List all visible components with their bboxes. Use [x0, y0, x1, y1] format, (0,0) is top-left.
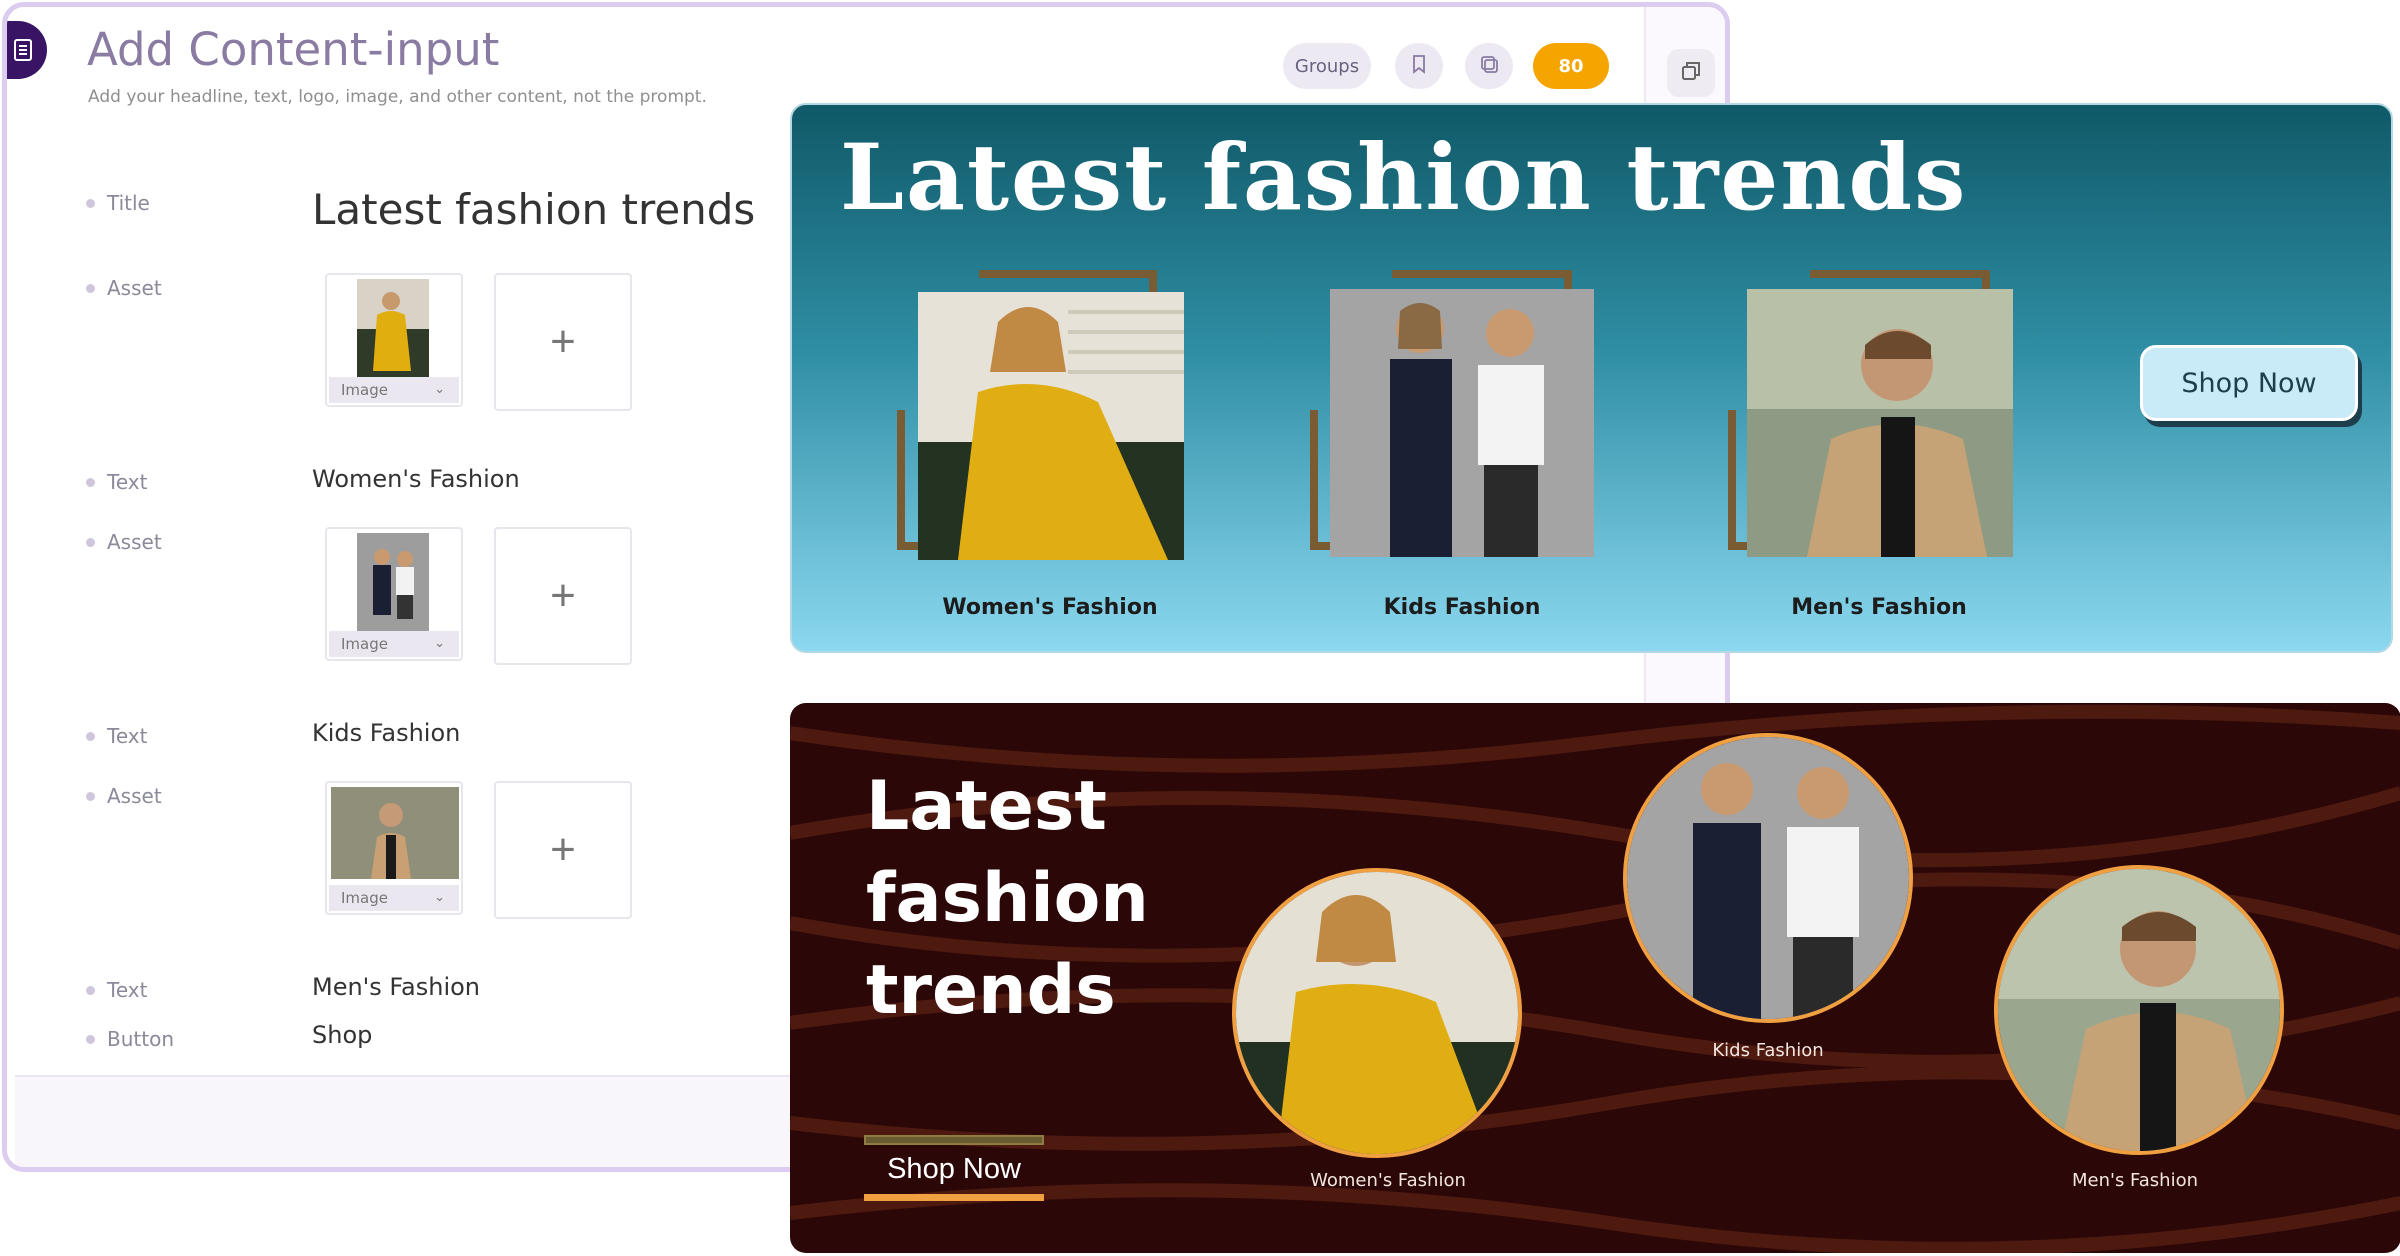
text-value-men[interactable]: Men's Fashion	[312, 973, 480, 1001]
mens-fashion-photo	[1747, 289, 2013, 557]
text-label: Text	[85, 724, 148, 748]
copy-icon	[1679, 59, 1703, 88]
add-asset-button[interactable]: +	[494, 781, 632, 919]
layers-button[interactable]	[1465, 43, 1513, 89]
women-fashion-circle-photo	[1232, 868, 1522, 1158]
banner1-shop-now-button[interactable]: Shop Now	[2140, 345, 2358, 421]
asset-type-value: Image	[341, 381, 388, 399]
shop-button-underline	[864, 1194, 1044, 1201]
text-value-women[interactable]: Women's Fashion	[312, 465, 520, 493]
text-label: Text	[85, 470, 148, 494]
chevron-down-icon: ⌄	[434, 382, 445, 397]
mens-fashion-circle-photo	[1994, 865, 2284, 1155]
canvas: Add Content-input Add your headline, tex…	[0, 0, 2400, 1256]
asset-thumbnail-men[interactable]: Image ⌄	[325, 781, 463, 915]
shop-button-border-top	[864, 1135, 1044, 1145]
banner2-label-men: Men's Fashion	[2072, 1170, 2198, 1191]
asset-type-select[interactable]: Image ⌄	[329, 631, 459, 657]
kids-fashion-photo	[1330, 289, 1594, 557]
title-value[interactable]: Latest fashion trends	[312, 185, 755, 234]
bookmark-button[interactable]	[1395, 43, 1443, 89]
panel-title: Add Content-input	[87, 23, 500, 76]
women-fashion-photo	[918, 292, 1184, 560]
add-asset-button[interactable]: +	[494, 273, 632, 411]
banner2-label-women: Women's Fashion	[1310, 1170, 1466, 1191]
asset-type-select[interactable]: Image ⌄	[329, 885, 459, 911]
document-icon[interactable]	[7, 21, 47, 79]
bookmark-icon	[1411, 54, 1427, 79]
chevron-down-icon: ⌄	[434, 890, 445, 905]
banner1-label-kids: Kids Fashion	[1383, 595, 1541, 620]
kids-image	[357, 533, 429, 635]
credit-count-badge: 80	[1533, 43, 1609, 89]
asset-label: Asset	[86, 530, 162, 554]
kids-fashion-circle-photo	[1623, 733, 1913, 1023]
women-image	[357, 279, 429, 381]
asset-type-select[interactable]: Image ⌄	[329, 377, 459, 403]
banner1-label-women: Women's Fashion	[942, 595, 1158, 620]
text-label: Text	[85, 978, 148, 1002]
text-value-kids[interactable]: Kids Fashion	[312, 719, 460, 747]
copy-button[interactable]	[1667, 49, 1715, 97]
men-image	[331, 787, 459, 879]
banner2-label-kids: Kids Fashion	[1712, 1040, 1824, 1061]
button-value[interactable]: Shop	[312, 1021, 372, 1049]
panel-subtitle: Add your headline, text, logo, image, an…	[88, 87, 707, 107]
banner2-title: Latest fashion trends	[866, 767, 1149, 1030]
banner1-title: Latest fashion trends	[840, 125, 1968, 231]
title-label: Title	[86, 191, 150, 215]
banner2-shop-now-button[interactable]: Shop Now	[864, 1145, 1044, 1193]
asset-type-value: Image	[341, 889, 388, 907]
asset-thumbnail-women[interactable]: Image ⌄	[325, 273, 463, 407]
banner1-label-men: Men's Fashion	[1791, 595, 1967, 620]
banner-preview-teal[interactable]: Latest fashion trends Women's Fashion Ki…	[790, 103, 2393, 653]
groups-button[interactable]: Groups	[1283, 43, 1371, 89]
layers-icon	[1479, 54, 1499, 79]
button-label: Button	[86, 1027, 174, 1051]
asset-label: Asset	[86, 276, 162, 300]
asset-thumbnail-kids[interactable]: Image ⌄	[325, 527, 463, 661]
banner-preview-dark[interactable]: Latest fashion trends Shop Now Women's F…	[790, 703, 2400, 1253]
chevron-down-icon: ⌄	[434, 636, 445, 651]
add-asset-button[interactable]: +	[494, 527, 632, 665]
asset-type-value: Image	[341, 635, 388, 653]
asset-label: Asset	[86, 784, 162, 808]
